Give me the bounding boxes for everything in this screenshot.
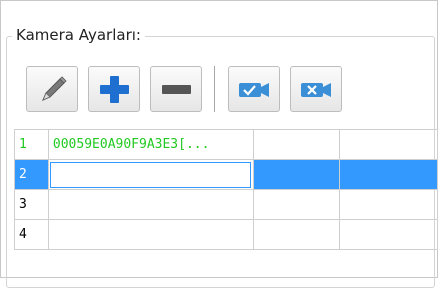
table-cell[interactable] — [252, 159, 341, 190]
table-cell[interactable] — [339, 219, 438, 250]
table-row[interactable]: 4 — [14, 219, 438, 250]
cancel-button[interactable] — [290, 66, 342, 112]
camera-grid: 1 00059E0A90F9A3E3[... 2 3 4 — [14, 129, 438, 269]
row-number: 1 — [14, 129, 49, 160]
table-cell[interactable] — [339, 129, 438, 160]
confirm-button[interactable] — [228, 66, 280, 112]
table-cell[interactable] — [47, 219, 254, 250]
row-number: 3 — [14, 189, 49, 220]
edit-button[interactable] — [26, 66, 78, 112]
table-row-selected[interactable]: 2 — [14, 159, 438, 190]
table-row[interactable]: 1 00059E0A90F9A3E3[... — [14, 129, 438, 160]
table-cell[interactable] — [252, 129, 341, 160]
camera-check-icon — [239, 83, 269, 97]
table-cell[interactable] — [339, 159, 438, 190]
table-row[interactable]: 3 — [14, 189, 438, 220]
toolbar-separator — [214, 66, 218, 112]
row-number: 4 — [14, 219, 49, 250]
camera-table: 1 00059E0A90F9A3E3[... 2 3 4 — [14, 129, 438, 250]
remove-button[interactable] — [150, 66, 202, 112]
row-number: 2 — [14, 159, 49, 190]
table-cell-editing[interactable] — [47, 159, 254, 190]
group-title: Kamera Ayarları: — [12, 26, 145, 44]
camera-cross-icon — [301, 83, 331, 97]
table-cell[interactable] — [339, 189, 438, 220]
pencil-icon — [42, 76, 67, 101]
table-cell[interactable] — [47, 189, 254, 220]
table-cell[interactable]: 00059E0A90F9A3E3[... — [47, 129, 254, 160]
plus-icon — [100, 76, 129, 103]
add-button[interactable] — [88, 66, 140, 112]
minus-icon — [162, 85, 191, 94]
table-cell[interactable] — [252, 189, 341, 220]
table-cell[interactable] — [252, 219, 341, 250]
